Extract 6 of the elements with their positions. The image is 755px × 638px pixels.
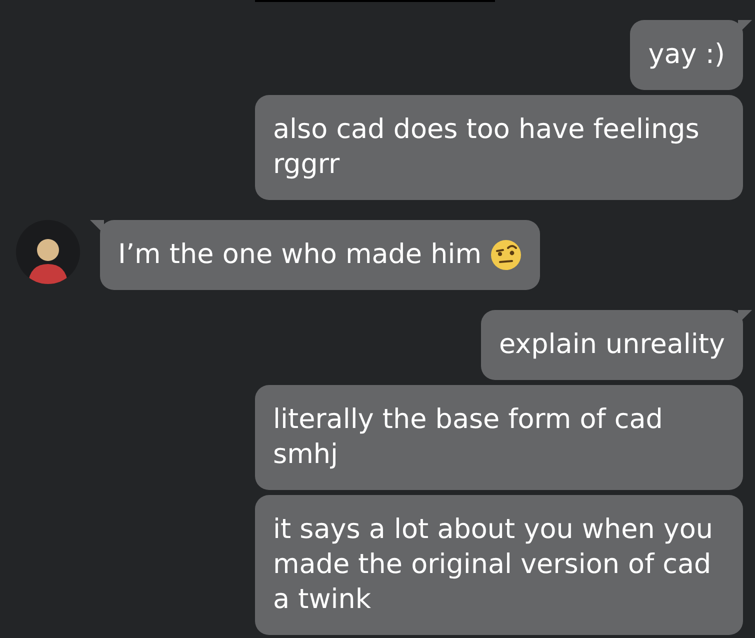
message-text: I’m the one who made him — [118, 238, 482, 272]
message-text: literally the base form of cad smhj — [273, 403, 664, 472]
message-text: explain unreality — [499, 328, 725, 362]
message-text: yay :) — [648, 38, 725, 72]
message-text: it says a lot about you when you made the original version of cad a twink — [273, 513, 714, 617]
message-text: also cad does too have feelings rggrr — [273, 113, 700, 182]
